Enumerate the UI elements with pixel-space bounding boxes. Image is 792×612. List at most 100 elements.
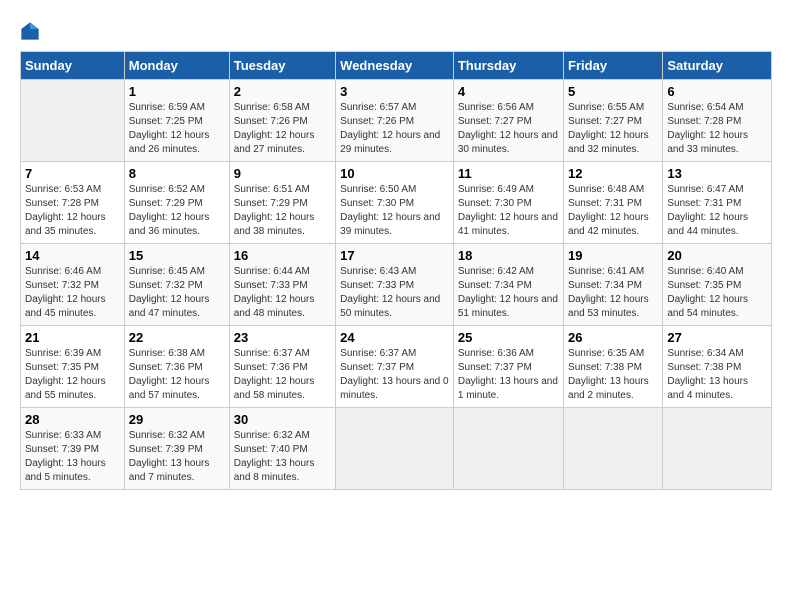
daylight-label: Daylight: 12 hours and 57 minutes. [129, 376, 210, 401]
daylight-label: Daylight: 12 hours and 29 minutes. [340, 130, 440, 155]
calendar-cell [21, 80, 125, 162]
sunset-label: Sunset: 7:28 PM [667, 116, 741, 127]
calendar-cell: 7 Sunrise: 6:53 AM Sunset: 7:28 PM Dayli… [21, 162, 125, 244]
calendar-cell: 1 Sunrise: 6:59 AM Sunset: 7:25 PM Dayli… [124, 80, 229, 162]
calendar-cell: 30 Sunrise: 6:32 AM Sunset: 7:40 PM Dayl… [229, 408, 335, 490]
daylight-label: Daylight: 12 hours and 38 minutes. [234, 212, 315, 237]
sunrise-label: Sunrise: 6:49 AM [458, 184, 534, 195]
day-info: Sunrise: 6:55 AM Sunset: 7:27 PM Dayligh… [568, 101, 658, 157]
sunrise-label: Sunrise: 6:51 AM [234, 184, 310, 195]
daylight-label: Daylight: 12 hours and 36 minutes. [129, 212, 210, 237]
day-info: Sunrise: 6:34 AM Sunset: 7:38 PM Dayligh… [667, 347, 767, 403]
sunset-label: Sunset: 7:38 PM [568, 362, 642, 373]
sunrise-label: Sunrise: 6:56 AM [458, 102, 534, 113]
daylight-label: Daylight: 12 hours and 32 minutes. [568, 130, 649, 155]
sunrise-label: Sunrise: 6:58 AM [234, 102, 310, 113]
daylight-label: Daylight: 12 hours and 50 minutes. [340, 294, 440, 319]
sunrise-label: Sunrise: 6:42 AM [458, 266, 534, 277]
daylight-label: Daylight: 13 hours and 4 minutes. [667, 376, 748, 401]
calendar-cell [564, 408, 663, 490]
day-number: 15 [129, 248, 225, 263]
daylight-label: Daylight: 13 hours and 0 minutes. [340, 376, 448, 401]
calendar-table: SundayMondayTuesdayWednesdayThursdayFrid… [20, 51, 772, 490]
sunrise-label: Sunrise: 6:34 AM [667, 348, 743, 359]
sunset-label: Sunset: 7:27 PM [568, 116, 642, 127]
day-info: Sunrise: 6:43 AM Sunset: 7:33 PM Dayligh… [340, 265, 449, 321]
day-number: 1 [129, 84, 225, 99]
day-info: Sunrise: 6:50 AM Sunset: 7:30 PM Dayligh… [340, 183, 449, 239]
sunset-label: Sunset: 7:38 PM [667, 362, 741, 373]
day-number: 6 [667, 84, 767, 99]
calendar-cell: 16 Sunrise: 6:44 AM Sunset: 7:33 PM Dayl… [229, 244, 335, 326]
calendar-cell: 25 Sunrise: 6:36 AM Sunset: 7:37 PM Dayl… [453, 326, 563, 408]
calendar-cell: 19 Sunrise: 6:41 AM Sunset: 7:34 PM Dayl… [564, 244, 663, 326]
day-number: 12 [568, 166, 658, 181]
calendar-cell: 9 Sunrise: 6:51 AM Sunset: 7:29 PM Dayli… [229, 162, 335, 244]
sunset-label: Sunset: 7:25 PM [129, 116, 203, 127]
sunrise-label: Sunrise: 6:59 AM [129, 102, 205, 113]
calendar-cell: 27 Sunrise: 6:34 AM Sunset: 7:38 PM Dayl… [663, 326, 772, 408]
weekday-header-sunday: Sunday [21, 52, 125, 80]
day-number: 24 [340, 330, 449, 345]
daylight-label: Daylight: 12 hours and 27 minutes. [234, 130, 315, 155]
day-info: Sunrise: 6:53 AM Sunset: 7:28 PM Dayligh… [25, 183, 120, 239]
sunset-label: Sunset: 7:39 PM [25, 444, 99, 455]
day-number: 25 [458, 330, 559, 345]
day-info: Sunrise: 6:35 AM Sunset: 7:38 PM Dayligh… [568, 347, 658, 403]
sunrise-label: Sunrise: 6:48 AM [568, 184, 644, 195]
daylight-label: Daylight: 12 hours and 45 minutes. [25, 294, 106, 319]
sunrise-label: Sunrise: 6:52 AM [129, 184, 205, 195]
daylight-label: Daylight: 13 hours and 2 minutes. [568, 376, 649, 401]
sunrise-label: Sunrise: 6:45 AM [129, 266, 205, 277]
calendar-cell: 6 Sunrise: 6:54 AM Sunset: 7:28 PM Dayli… [663, 80, 772, 162]
sunset-label: Sunset: 7:30 PM [340, 198, 414, 209]
calendar-cell: 23 Sunrise: 6:37 AM Sunset: 7:36 PM Dayl… [229, 326, 335, 408]
sunset-label: Sunset: 7:34 PM [458, 280, 532, 291]
sunset-label: Sunset: 7:28 PM [25, 198, 99, 209]
daylight-label: Daylight: 13 hours and 8 minutes. [234, 458, 315, 483]
daylight-label: Daylight: 12 hours and 41 minutes. [458, 212, 558, 237]
calendar-cell: 4 Sunrise: 6:56 AM Sunset: 7:27 PM Dayli… [453, 80, 563, 162]
calendar-cell: 10 Sunrise: 6:50 AM Sunset: 7:30 PM Dayl… [336, 162, 454, 244]
sunset-label: Sunset: 7:26 PM [340, 116, 414, 127]
day-number: 20 [667, 248, 767, 263]
day-number: 26 [568, 330, 658, 345]
calendar-cell: 21 Sunrise: 6:39 AM Sunset: 7:35 PM Dayl… [21, 326, 125, 408]
sunrise-label: Sunrise: 6:57 AM [340, 102, 416, 113]
calendar-cell: 24 Sunrise: 6:37 AM Sunset: 7:37 PM Dayl… [336, 326, 454, 408]
calendar-cell: 14 Sunrise: 6:46 AM Sunset: 7:32 PM Dayl… [21, 244, 125, 326]
daylight-label: Daylight: 13 hours and 1 minute. [458, 376, 558, 401]
calendar-cell: 12 Sunrise: 6:48 AM Sunset: 7:31 PM Dayl… [564, 162, 663, 244]
logo [20, 20, 44, 41]
sunset-label: Sunset: 7:36 PM [234, 362, 308, 373]
sunset-label: Sunset: 7:33 PM [340, 280, 414, 291]
day-number: 16 [234, 248, 331, 263]
sunset-label: Sunset: 7:40 PM [234, 444, 308, 455]
weekday-header-saturday: Saturday [663, 52, 772, 80]
daylight-label: Daylight: 12 hours and 55 minutes. [25, 376, 106, 401]
weekday-header-thursday: Thursday [453, 52, 563, 80]
day-info: Sunrise: 6:47 AM Sunset: 7:31 PM Dayligh… [667, 183, 767, 239]
sunset-label: Sunset: 7:29 PM [129, 198, 203, 209]
day-info: Sunrise: 6:39 AM Sunset: 7:35 PM Dayligh… [25, 347, 120, 403]
daylight-label: Daylight: 12 hours and 33 minutes. [667, 130, 748, 155]
calendar-cell: 26 Sunrise: 6:35 AM Sunset: 7:38 PM Dayl… [564, 326, 663, 408]
sunset-label: Sunset: 7:32 PM [129, 280, 203, 291]
sunrise-label: Sunrise: 6:38 AM [129, 348, 205, 359]
calendar-cell: 22 Sunrise: 6:38 AM Sunset: 7:36 PM Dayl… [124, 326, 229, 408]
daylight-label: Daylight: 12 hours and 58 minutes. [234, 376, 315, 401]
daylight-label: Daylight: 12 hours and 44 minutes. [667, 212, 748, 237]
sunrise-label: Sunrise: 6:35 AM [568, 348, 644, 359]
day-info: Sunrise: 6:32 AM Sunset: 7:39 PM Dayligh… [129, 429, 225, 485]
day-info: Sunrise: 6:56 AM Sunset: 7:27 PM Dayligh… [458, 101, 559, 157]
daylight-label: Daylight: 12 hours and 47 minutes. [129, 294, 210, 319]
page-header [20, 20, 772, 41]
day-info: Sunrise: 6:37 AM Sunset: 7:36 PM Dayligh… [234, 347, 331, 403]
sunset-label: Sunset: 7:37 PM [340, 362, 414, 373]
sunrise-label: Sunrise: 6:43 AM [340, 266, 416, 277]
sunrise-label: Sunrise: 6:40 AM [667, 266, 743, 277]
day-info: Sunrise: 6:51 AM Sunset: 7:29 PM Dayligh… [234, 183, 331, 239]
sunrise-label: Sunrise: 6:53 AM [25, 184, 101, 195]
day-number: 23 [234, 330, 331, 345]
sunrise-label: Sunrise: 6:55 AM [568, 102, 644, 113]
